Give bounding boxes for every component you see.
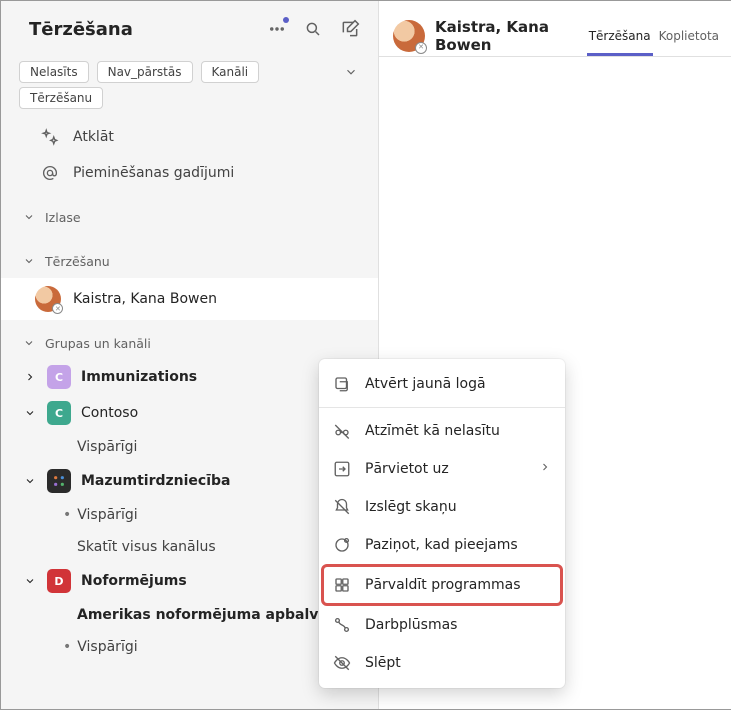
chevron-right-icon: [23, 371, 37, 383]
nav-label: Pieminēšanas gadījumi: [73, 165, 234, 181]
glasses-off-icon: [333, 422, 351, 440]
team-name: Immunizations: [81, 369, 197, 385]
menu-move-to[interactable]: Pārvietot uz: [319, 450, 565, 488]
more-icon[interactable]: [268, 20, 286, 38]
team-name: Mazumtirdzniecība: [81, 473, 230, 489]
menu-label: Slēpt: [365, 655, 401, 671]
move-icon: [333, 460, 351, 478]
chevron-down-icon: [23, 337, 37, 349]
section-label: Tērzēšanu: [45, 254, 110, 269]
menu-workflows[interactable]: Darbplūsmas: [319, 606, 565, 644]
menu-separator: [319, 407, 565, 408]
sparkle-icon: [41, 128, 59, 146]
avatar[interactable]: [393, 20, 425, 52]
team-badge: D: [47, 569, 71, 593]
activity-dot: [283, 17, 289, 23]
presence-notify-icon: [333, 536, 351, 554]
compose-icon[interactable]: [340, 19, 360, 39]
eye-off-icon: [333, 654, 351, 672]
menu-mark-unread[interactable]: Atzīmēt kā nelasītu: [319, 412, 565, 450]
context-menu: Atvērt jaunā logā Atzīmēt kā nelasītu Pā…: [319, 359, 565, 688]
menu-label: Pārvaldīt programmas: [365, 577, 521, 593]
menu-manage-apps[interactable]: Pārvaldīt programmas: [323, 566, 561, 604]
tab-shared[interactable]: Koplietota: [657, 29, 721, 56]
filter-row-2: Tērzēšanu: [1, 87, 378, 119]
team-badge: C: [47, 401, 71, 425]
menu-label: Atvērt jaunā logā: [365, 376, 486, 392]
filter-row: Nelasīts Nav_pārstās Kanāli: [1, 55, 378, 87]
chat-name: Kaistra, Kana Bowen: [73, 291, 217, 307]
team-badge: C: [47, 365, 71, 389]
menu-hide[interactable]: Slēpt: [319, 644, 565, 682]
section-chats[interactable]: Tērzēšanu: [1, 245, 378, 277]
section-label: Grupas un kanāli: [45, 336, 151, 351]
team-badge: [47, 469, 71, 493]
chevron-down-icon[interactable]: [344, 65, 364, 79]
conversation-title: Kaistra, Kana Bowen: [435, 18, 573, 54]
chevron-right-icon: [539, 461, 551, 477]
left-pane-header: Tērzēšana: [1, 1, 378, 55]
menu-label: Pārvietot uz: [365, 461, 449, 477]
popout-icon: [333, 375, 351, 393]
chevron-down-icon: [23, 211, 37, 223]
menu-label: Izslēgt skaņu: [365, 499, 457, 515]
section-favorites[interactable]: Izlase: [1, 201, 378, 233]
menu-open-new-window[interactable]: Atvērt jaunā logā: [319, 365, 565, 403]
chevron-down-icon: [23, 407, 37, 419]
menu-notify-available[interactable]: Paziņot, kad pieejams: [319, 526, 565, 564]
nav-mentions[interactable]: Pieminēšanas gadījumi: [1, 155, 378, 191]
flow-icon: [333, 616, 351, 634]
mention-icon: [41, 164, 59, 182]
nav-discover[interactable]: Atklāt: [1, 119, 378, 155]
chevron-down-icon: [23, 255, 37, 267]
filter-pill-chat[interactable]: Tērzēšanu: [19, 87, 103, 109]
chevron-down-icon: [23, 475, 37, 487]
team-name: Noformējums: [81, 573, 187, 589]
tab-chat[interactable]: Tērzēšana: [587, 29, 653, 56]
conversation-header: Kaistra, Kana Bowen Tērzēšana Koplietota: [379, 1, 731, 57]
apps-icon: [333, 576, 351, 594]
chevron-down-icon: [23, 575, 37, 587]
section-label: Izlase: [45, 210, 81, 225]
bell-off-icon: [333, 498, 351, 516]
nav-label: Atklāt: [73, 129, 114, 145]
menu-label: Darbplūsmas: [365, 617, 457, 633]
presence-offline-icon: [52, 303, 63, 314]
team-name: Contoso: [81, 405, 138, 421]
menu-mute[interactable]: Izslēgt skaņu: [319, 488, 565, 526]
presence-offline-icon: [415, 42, 427, 54]
filter-pill-channels[interactable]: Kanāli: [201, 61, 260, 83]
menu-label: Paziņot, kad pieejams: [365, 537, 518, 553]
filter-pill-unread[interactable]: Nelasīts: [19, 61, 89, 83]
avatar: [35, 286, 61, 312]
menu-label: Atzīmēt kā nelasītu: [365, 423, 500, 439]
chat-row-active[interactable]: Kaistra, Kana Bowen: [1, 277, 378, 321]
conversation-tabs: Tērzēšana Koplietota: [587, 15, 721, 56]
page-title: Tērzēšana: [29, 19, 268, 40]
filter-pill-norep[interactable]: Nav_pārstās: [97, 61, 193, 83]
section-groups[interactable]: Grupas un kanāli: [1, 327, 378, 359]
search-icon[interactable]: [304, 20, 322, 38]
